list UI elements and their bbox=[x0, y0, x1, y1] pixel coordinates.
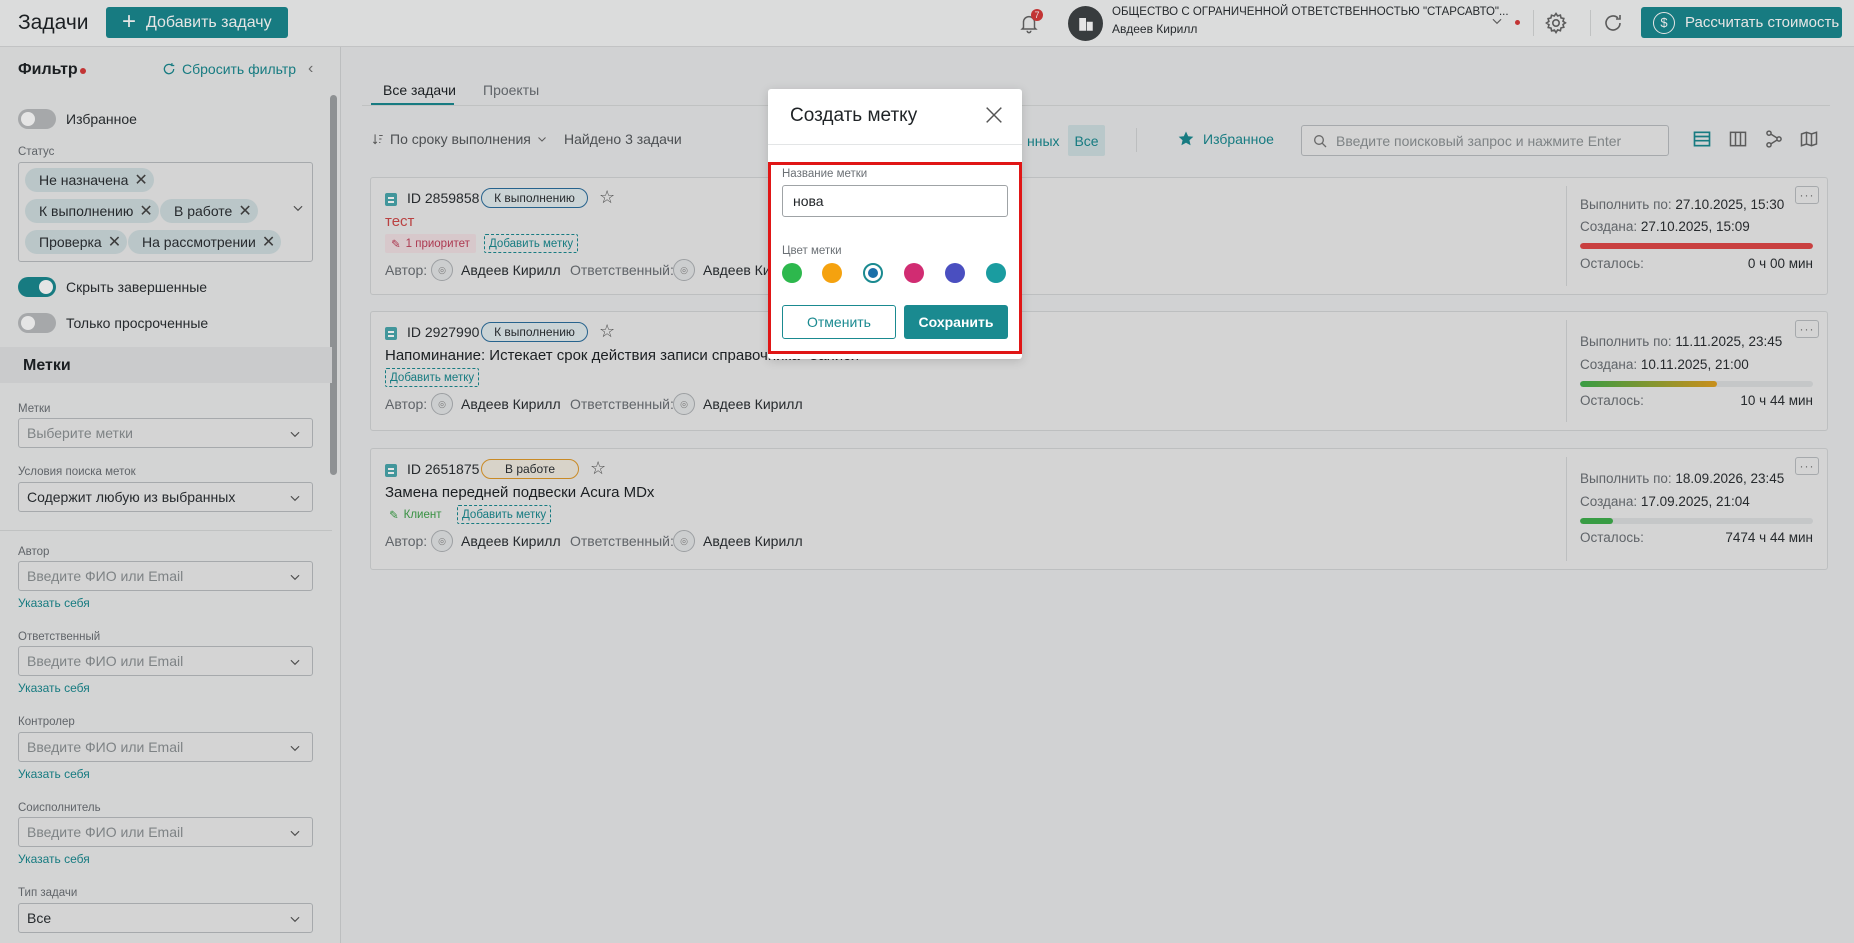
modal-title: Создать метку bbox=[790, 105, 918, 126]
close-icon[interactable] bbox=[983, 104, 1005, 126]
create-tag-modal: Создать метку Название метки Цвет метки … bbox=[768, 89, 1022, 359]
divider bbox=[768, 144, 1022, 145]
highlight-box bbox=[768, 162, 1022, 354]
